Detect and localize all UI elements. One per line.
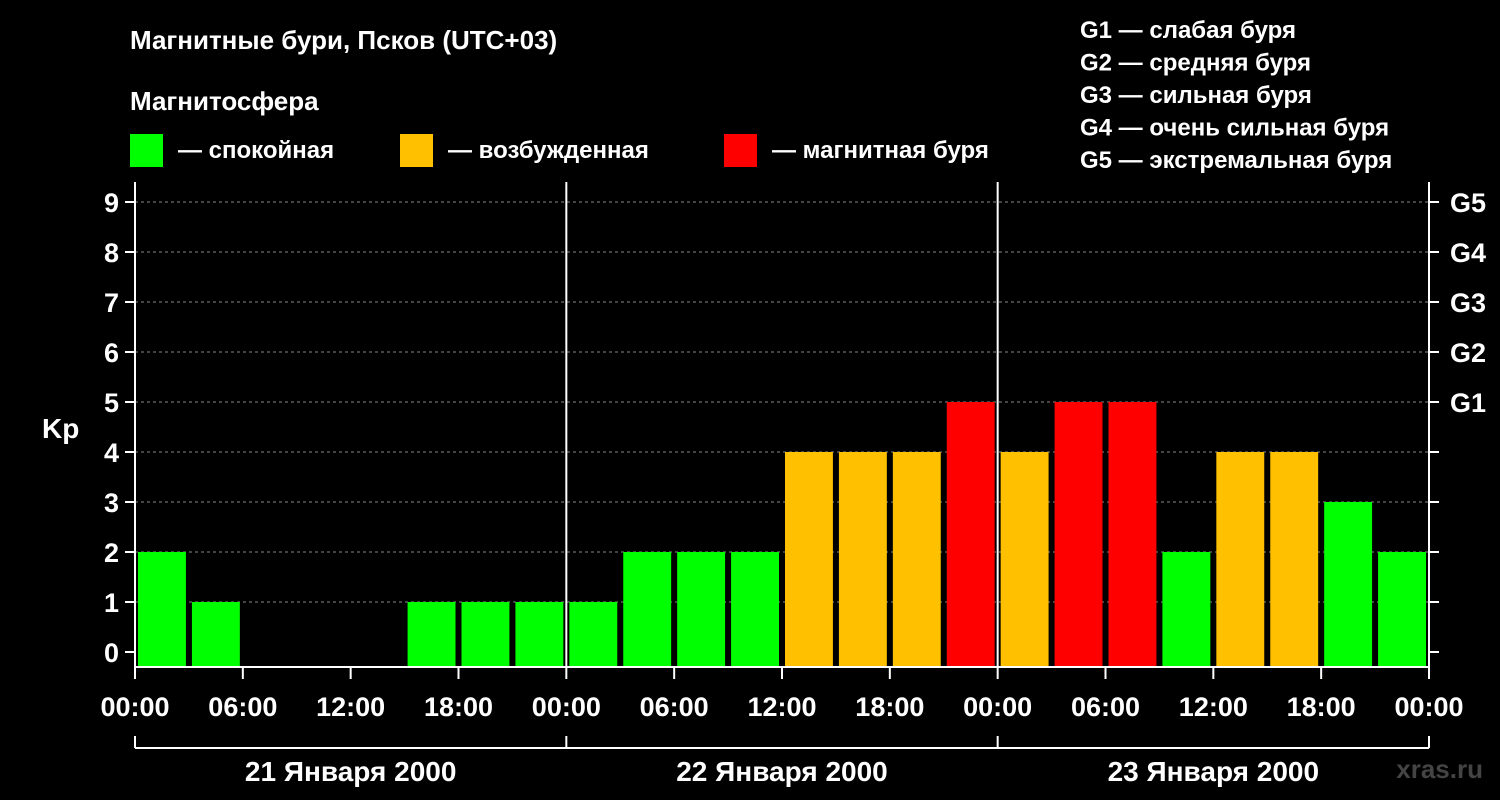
x-tick-label: 00:00: [1394, 692, 1463, 722]
g-scale-label: G1: [1450, 388, 1486, 418]
legend-label: — магнитная буря: [772, 137, 989, 164]
bar: [623, 552, 672, 667]
y-tick-label: 5: [104, 388, 119, 418]
x-tick-label: 00:00: [963, 692, 1032, 722]
y-tick-label: 6: [104, 338, 119, 368]
x-tick-label: 12:00: [747, 692, 816, 722]
y-axis-label: Kp: [42, 413, 79, 444]
x-tick-label: 12:00: [316, 692, 385, 722]
bar: [1270, 452, 1319, 667]
bar: [515, 602, 564, 667]
x-tick-label: 06:00: [208, 692, 277, 722]
storm-scale-legend: G1 — слабая буря G2 — средняя буря G3 — си…: [1080, 17, 1392, 174]
bar: [731, 552, 779, 667]
bar: [1054, 402, 1103, 667]
bar: [838, 452, 887, 667]
legend-swatch: [130, 134, 163, 167]
bar: [138, 552, 186, 667]
bars: [138, 402, 1426, 667]
right-ticks: G1 G2 G3 G4 G5: [1429, 188, 1486, 653]
x-tick-label: 18:00: [855, 692, 924, 722]
bar: [1162, 552, 1211, 667]
legend: — спокойная — возбужденная — магнитная бур…: [130, 134, 989, 167]
g-scale-label: G4: [1450, 238, 1486, 268]
y-tick-label: 7: [104, 288, 119, 318]
bar: [892, 452, 941, 667]
storm-scale-item: G3 — сильная буря: [1080, 82, 1312, 109]
storm-scale-item: G4 — очень сильная буря: [1080, 115, 1389, 142]
x-tick-label: 00:00: [100, 692, 169, 722]
storm-scale-item: G1 — слабая буря: [1080, 17, 1296, 44]
x-tick-label: 18:00: [424, 692, 493, 722]
storm-scale-item: G5 — экстремальная буря: [1080, 147, 1392, 174]
y-tick-label: 9: [104, 188, 119, 218]
y-tick-label: 4: [104, 438, 119, 468]
g-scale-label: G3: [1450, 288, 1486, 318]
bar: [1000, 452, 1049, 667]
y-ticks: 0 1 2 3 4 5 6 7 8 9: [104, 188, 135, 668]
bar: [677, 552, 726, 667]
x-ticks: 00:00 06:00 12:00 18:00 00:00 06:00 12:00 18:00…: [100, 667, 1464, 722]
chart-title: Магнитные бури, Псков (UTC+03): [130, 25, 557, 55]
legend-title: Магнитосфера: [130, 86, 319, 116]
bar: [946, 402, 995, 667]
bar: [1216, 452, 1265, 667]
legend-label: — возбужденная: [448, 137, 649, 164]
legend-swatch: [724, 134, 757, 167]
day-label: 21 Января 2000: [245, 756, 457, 787]
bar: [191, 602, 240, 667]
x-tick-label: 06:00: [1071, 692, 1140, 722]
legend-swatch: [400, 134, 433, 167]
bar: [569, 602, 618, 667]
y-tick-label: 3: [104, 488, 119, 518]
y-tick-label: 2: [104, 538, 119, 568]
bar: [1108, 402, 1157, 667]
kp-chart: Магнитные бури, Псков (UTC+03) Магнитосф…: [42, 17, 1486, 787]
g-scale-label: G5: [1450, 188, 1486, 218]
storm-scale-item: G2 — средняя буря: [1080, 50, 1311, 77]
y-tick-label: 0: [104, 638, 119, 668]
x-tick-label: 06:00: [640, 692, 709, 722]
day-label: 22 Января 2000: [676, 756, 888, 787]
day-labels: 21 Января 2000 22 Января 2000 23 Января 20…: [134, 736, 1430, 787]
legend-label: — спокойная: [178, 137, 334, 164]
day-label: 23 Января 2000: [1108, 756, 1320, 787]
watermark: xras.ru: [1396, 754, 1483, 784]
y-tick-label: 8: [104, 238, 119, 268]
bar: [461, 602, 510, 667]
bar: [785, 452, 833, 667]
y-tick-label: 1: [104, 588, 119, 618]
x-tick-label: 00:00: [532, 692, 601, 722]
x-tick-label: 12:00: [1179, 692, 1248, 722]
g-scale-label: G2: [1450, 338, 1486, 368]
bar: [407, 602, 456, 667]
bar: [1324, 502, 1373, 667]
bar: [1378, 552, 1426, 667]
x-tick-label: 18:00: [1287, 692, 1356, 722]
